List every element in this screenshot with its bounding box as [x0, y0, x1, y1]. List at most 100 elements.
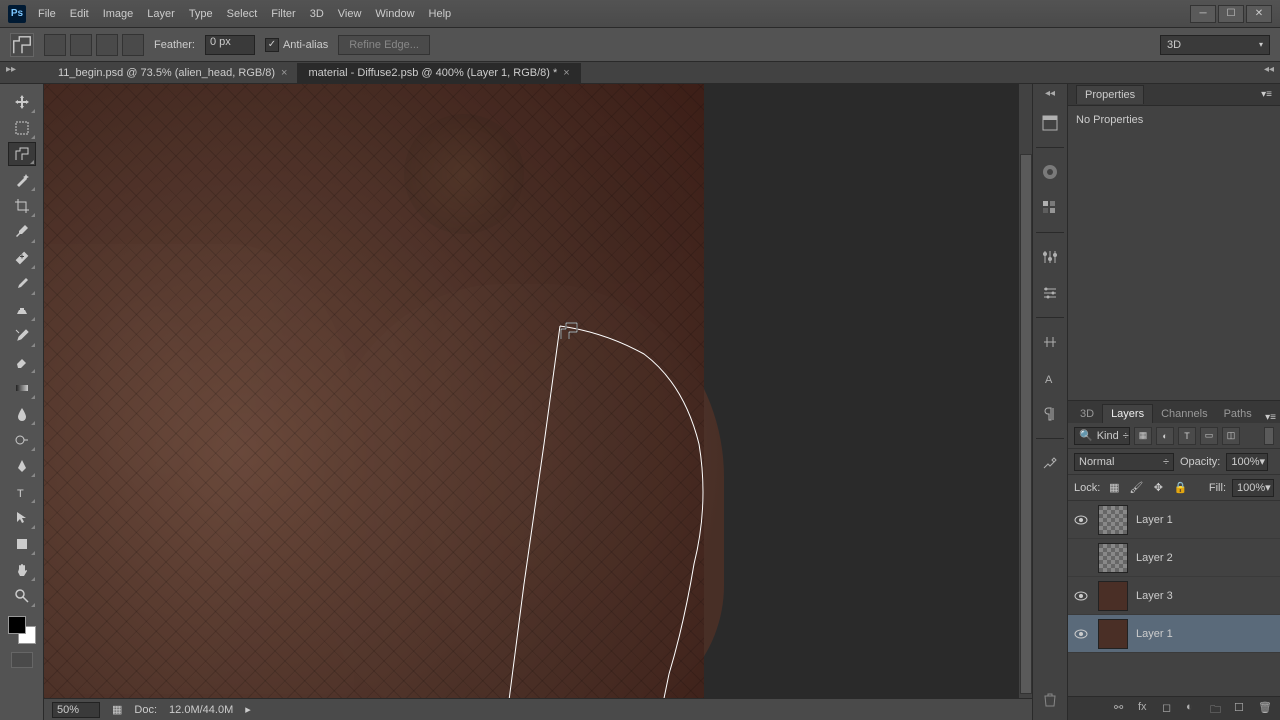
- type-tool[interactable]: T: [8, 480, 36, 504]
- character-panel-icon[interactable]: A: [1038, 366, 1062, 390]
- maximize-button[interactable]: ☐: [1218, 5, 1244, 23]
- menu-view[interactable]: View: [338, 8, 362, 20]
- lock-pixels-icon[interactable]: 🖌: [1128, 480, 1144, 496]
- tab-channels[interactable]: Channels: [1153, 405, 1215, 423]
- hand-tool[interactable]: [8, 558, 36, 582]
- visibility-toggle[interactable]: [1072, 587, 1090, 605]
- layer-thumbnail[interactable]: [1098, 619, 1128, 649]
- layer-row[interactable]: Layer 3: [1068, 577, 1280, 615]
- brush-tool[interactable]: [8, 272, 36, 296]
- adjustment-layer-icon[interactable]: ◐: [1186, 701, 1202, 717]
- color-swatch[interactable]: [8, 616, 36, 644]
- swatches-panel-icon[interactable]: [1038, 196, 1062, 220]
- fill-field[interactable]: 100%▾: [1232, 479, 1274, 497]
- healing-tool[interactable]: [8, 246, 36, 270]
- blur-tool[interactable]: [8, 402, 36, 426]
- filter-toggle[interactable]: [1264, 427, 1274, 445]
- layer-name[interactable]: Layer 3: [1136, 590, 1276, 602]
- visibility-toggle[interactable]: [1072, 625, 1090, 643]
- layer-name[interactable]: Layer 2: [1136, 552, 1276, 564]
- workspace-selector[interactable]: 3D: [1160, 35, 1270, 55]
- refine-edge-button[interactable]: Refine Edge...: [338, 35, 430, 55]
- marquee-tool[interactable]: [8, 116, 36, 140]
- menu-file[interactable]: File: [38, 8, 56, 20]
- path-select-tool[interactable]: [8, 506, 36, 530]
- zoom-tool[interactable]: [8, 584, 36, 608]
- lock-transparency-icon[interactable]: ▦: [1106, 480, 1122, 496]
- info-arrow-icon[interactable]: ▸: [245, 703, 251, 716]
- dock-panel-icon[interactable]: [1038, 111, 1062, 135]
- document-tab-2[interactable]: material - Diffuse2.psb @ 400% (Layer 1,…: [298, 63, 580, 83]
- close-button[interactable]: ✕: [1246, 5, 1272, 23]
- document-tab-1[interactable]: 11_begin.psd @ 73.5% (alien_head, RGB/8)…: [48, 63, 298, 83]
- expand-left-icon[interactable]: ▸▸: [6, 64, 16, 75]
- filter-shape-icon[interactable]: ▭: [1200, 427, 1218, 445]
- tools-preset-icon[interactable]: [1038, 451, 1062, 475]
- menu-image[interactable]: Image: [103, 8, 134, 20]
- antialias-checkbox[interactable]: ✓ Anti-alias: [265, 38, 328, 52]
- foreground-color[interactable]: [8, 616, 26, 634]
- eraser-tool[interactable]: [8, 350, 36, 374]
- opacity-field[interactable]: 100%▾: [1226, 453, 1268, 471]
- clone-stamp-tool[interactable]: [8, 298, 36, 322]
- menu-edit[interactable]: Edit: [70, 8, 89, 20]
- gradient-tool[interactable]: [8, 376, 36, 400]
- new-layer-icon[interactable]: ☐: [1234, 701, 1250, 717]
- canvas-area[interactable]: 人人素材 www.rr-sc.com 50% ▦ Doc: 12.0M/44.0…: [44, 84, 1032, 720]
- lock-position-icon[interactable]: ✥: [1150, 480, 1166, 496]
- menu-window[interactable]: Window: [375, 8, 414, 20]
- filter-pixel-icon[interactable]: ▦: [1134, 427, 1152, 445]
- selection-intersect-button[interactable]: [122, 34, 144, 56]
- link-layers-icon[interactable]: ⚯: [1114, 701, 1130, 717]
- panel-menu-icon[interactable]: ▾≡: [1261, 89, 1272, 100]
- filter-kind-select[interactable]: 🔍 Kind ÷: [1074, 427, 1130, 445]
- filter-adjust-icon[interactable]: ◐: [1156, 427, 1174, 445]
- layer-row[interactable]: Layer 1: [1068, 501, 1280, 539]
- layer-row[interactable]: Layer 2: [1068, 539, 1280, 577]
- feather-input[interactable]: 0 px: [205, 35, 255, 55]
- menu-help[interactable]: Help: [429, 8, 452, 20]
- layer-name[interactable]: Layer 1: [1136, 514, 1276, 526]
- styles-panel-icon[interactable]: [1038, 281, 1062, 305]
- tab-3d[interactable]: 3D: [1072, 405, 1102, 423]
- eyedropper-tool[interactable]: [8, 220, 36, 244]
- magic-wand-tool[interactable]: [8, 168, 36, 192]
- layer-style-icon[interactable]: fx: [1138, 701, 1154, 717]
- scrollbar-thumb[interactable]: [1020, 154, 1032, 694]
- layer-row[interactable]: Layer 1: [1068, 615, 1280, 653]
- current-tool-icon[interactable]: [10, 33, 34, 57]
- crop-tool[interactable]: [8, 194, 36, 218]
- close-icon[interactable]: ×: [563, 67, 569, 79]
- selection-subtract-button[interactable]: [96, 34, 118, 56]
- vertical-scrollbar[interactable]: [1018, 84, 1032, 698]
- align-panel-icon[interactable]: [1038, 330, 1062, 354]
- menu-3d[interactable]: 3D: [310, 8, 324, 20]
- trash-icon[interactable]: [1038, 688, 1062, 712]
- layer-thumbnail[interactable]: [1098, 581, 1128, 611]
- menu-layer[interactable]: Layer: [147, 8, 175, 20]
- delete-layer-icon[interactable]: 🗑: [1258, 701, 1274, 717]
- doc-size-icon[interactable]: ▦: [112, 703, 122, 716]
- pen-tool[interactable]: [8, 454, 36, 478]
- selection-add-button[interactable]: [70, 34, 92, 56]
- close-icon[interactable]: ×: [281, 67, 287, 79]
- group-icon[interactable]: 🗀: [1210, 701, 1226, 717]
- zoom-field[interactable]: 50%: [52, 702, 100, 718]
- history-brush-tool[interactable]: [8, 324, 36, 348]
- visibility-toggle[interactable]: [1072, 549, 1090, 567]
- menu-select[interactable]: Select: [227, 8, 258, 20]
- lock-all-icon[interactable]: 🔒: [1172, 480, 1188, 496]
- tab-paths[interactable]: Paths: [1216, 405, 1260, 423]
- blend-mode-select[interactable]: Normal÷: [1074, 453, 1174, 471]
- expand-right-icon[interactable]: ◂◂: [1264, 64, 1274, 75]
- paragraph-panel-icon[interactable]: [1038, 402, 1062, 426]
- properties-tab[interactable]: Properties: [1076, 85, 1144, 104]
- layer-name[interactable]: Layer 1: [1136, 628, 1276, 640]
- filter-smart-icon[interactable]: ◫: [1222, 427, 1240, 445]
- lasso-tool[interactable]: [8, 142, 36, 166]
- filter-type-icon[interactable]: T: [1178, 427, 1196, 445]
- quick-mask-toggle[interactable]: [11, 652, 33, 668]
- minimize-button[interactable]: ─: [1190, 5, 1216, 23]
- dock-expand-icon[interactable]: ◂◂: [1045, 88, 1055, 99]
- menu-type[interactable]: Type: [189, 8, 213, 20]
